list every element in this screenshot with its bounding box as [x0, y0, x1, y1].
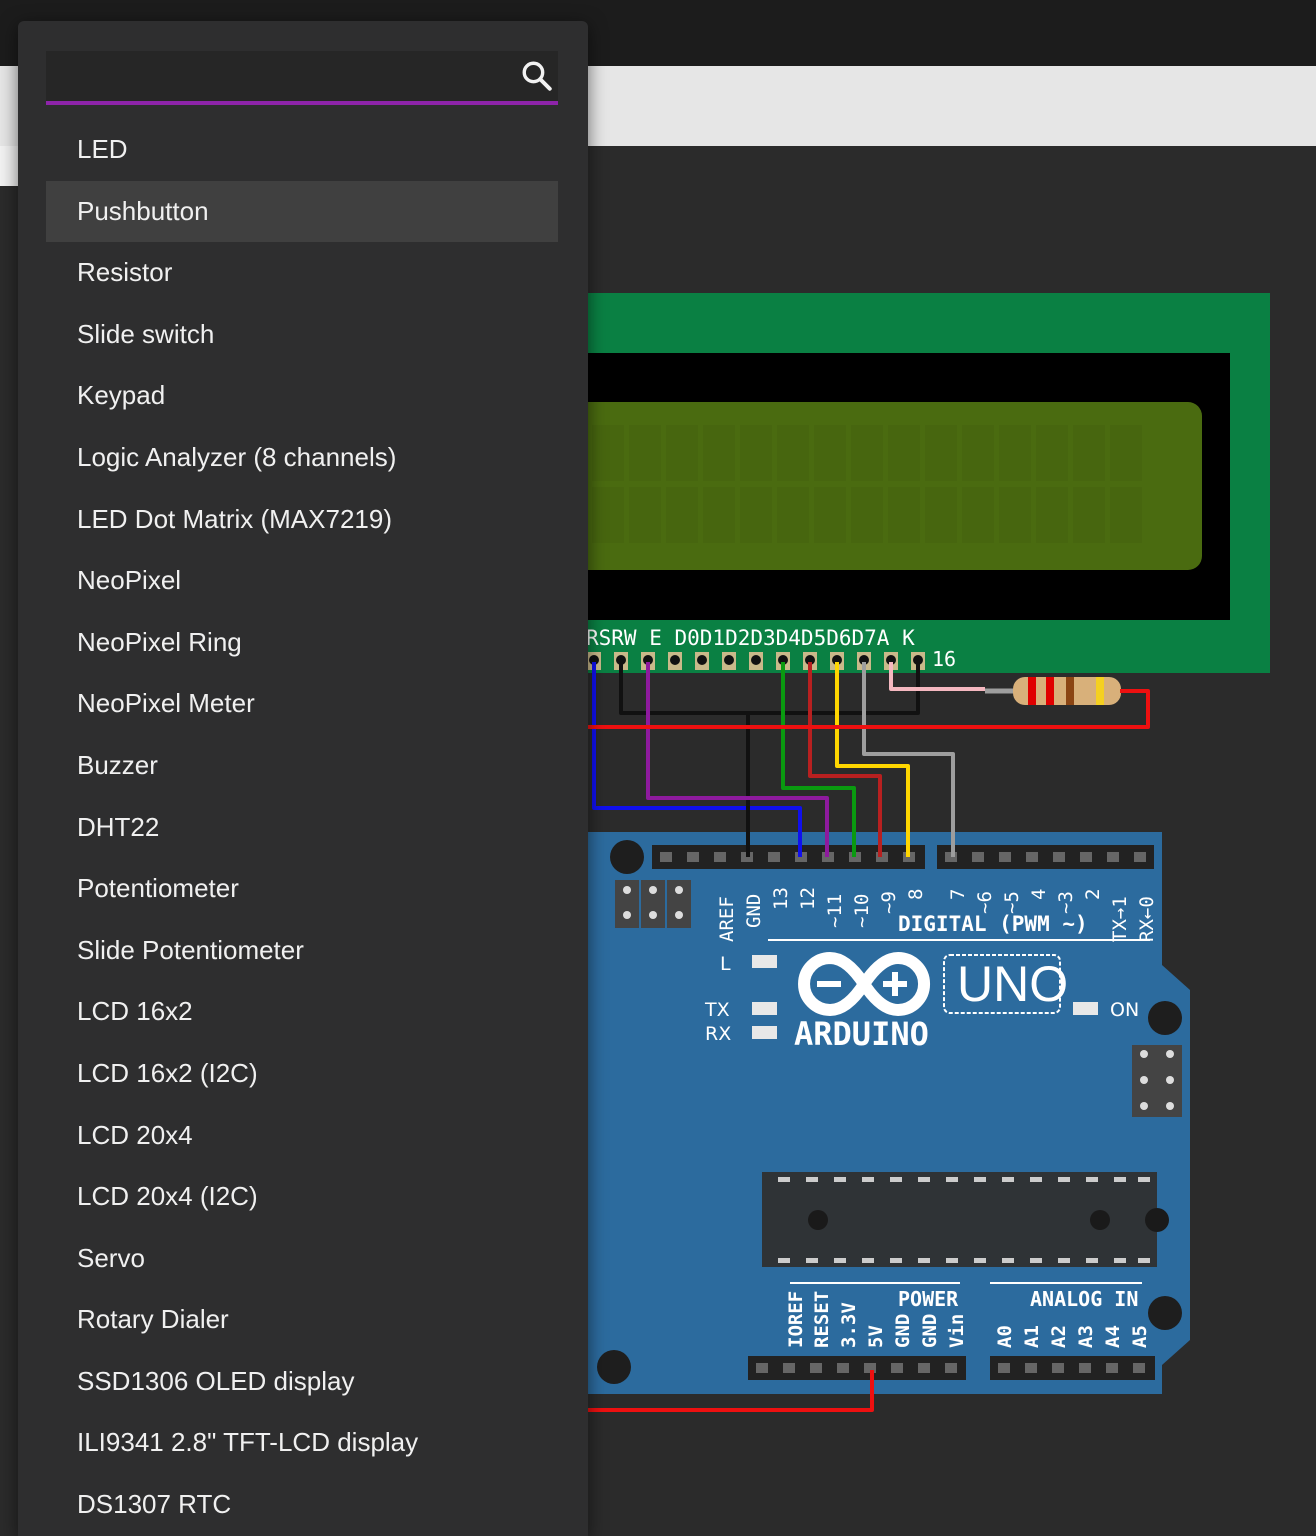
pin-label-3v3: 3.3V	[838, 1302, 860, 1348]
part-item-neopixel-meter[interactable]: NeoPixel Meter	[46, 673, 558, 735]
search-icon[interactable]	[520, 59, 554, 93]
lcd-16x2[interactable]: RSRW E D0D1D2D3D4D5D6D7A K 16	[560, 293, 1270, 673]
pin-label-7: 7	[947, 889, 969, 900]
pin-label-a5: A5	[1129, 1325, 1151, 1348]
part-item-ili9341[interactable]: ILI9341 2.8" TFT-LCD display	[46, 1412, 558, 1474]
pin-label-13: 13	[770, 887, 792, 910]
part-item-lcd-16x2[interactable]: LCD 16x2	[46, 981, 558, 1043]
led-label-l: L	[720, 953, 731, 975]
part-item-ssd1306[interactable]: SSD1306 OLED display	[46, 1351, 558, 1413]
part-list: LED Pushbutton Resistor Slide switch Key…	[46, 119, 558, 1536]
pin-label-reset: RESET	[811, 1291, 833, 1348]
pin-label-a2: A2	[1048, 1325, 1070, 1348]
search-underline	[46, 101, 558, 105]
led-on	[1073, 1002, 1098, 1015]
search-input[interactable]	[46, 51, 506, 101]
led-rx	[752, 1026, 777, 1039]
part-item-led[interactable]: LED	[46, 119, 558, 181]
lcd-pin-count: 16	[932, 647, 956, 671]
pin-label-gnd-1: GND	[892, 1314, 914, 1348]
pin-label-11: ~11	[824, 894, 846, 928]
pin-label-gnd: GND	[743, 894, 765, 928]
led-l	[752, 955, 777, 968]
pin-label-9: ~9	[878, 891, 900, 914]
arduino-brand: ARDUINO	[794, 1015, 929, 1053]
part-item-slide-potentiometer[interactable]: Slide Potentiometer	[46, 920, 558, 982]
pin-label-2: 2	[1082, 889, 1104, 900]
pin-label-a1: A1	[1021, 1325, 1043, 1348]
part-item-rotary-dialer[interactable]: Rotary Dialer	[46, 1289, 558, 1351]
part-item-pushbutton[interactable]: Pushbutton	[46, 180, 558, 243]
led-label-rx: RX	[705, 1023, 731, 1045]
led-tx	[752, 1002, 777, 1015]
part-item-keypad[interactable]: Keypad	[46, 365, 558, 427]
pin-label-5v: 5V	[865, 1325, 887, 1348]
pin-label-a3: A3	[1075, 1325, 1097, 1348]
part-item-lcd-20x4[interactable]: LCD 20x4	[46, 1105, 558, 1167]
arduino-model: UNO	[957, 956, 1068, 1012]
digital-label: DIGITAL (PWM ~)	[898, 912, 1088, 936]
led-label-tx: TX	[704, 999, 730, 1021]
pin-label-a0: A0	[994, 1325, 1016, 1348]
pin-label-gnd-2: GND	[919, 1314, 941, 1348]
pin-label-aref: AREF	[716, 896, 738, 942]
pin-label-5: ~5	[1001, 891, 1023, 914]
pin-label-12: 12	[797, 887, 819, 910]
pin-label-8: 8	[905, 889, 927, 900]
search-box	[46, 51, 558, 105]
part-item-resistor[interactable]: Resistor	[46, 242, 558, 304]
led-label-on: ON	[1110, 999, 1139, 1021]
part-item-lcd-20x4-i2c[interactable]: LCD 20x4 (I2C)	[46, 1166, 558, 1228]
part-item-neopixel-ring[interactable]: NeoPixel Ring	[46, 612, 558, 674]
pin-label-3: ~3	[1055, 891, 1077, 914]
part-item-ds1307[interactable]: DS1307 RTC	[46, 1474, 558, 1536]
add-part-dropdown: LED Pushbutton Resistor Slide switch Key…	[18, 21, 588, 1536]
arduino-uno[interactable]: AREF GND 13 12 ~11 ~10 ~9 8 7 ~6 ~5 4 ~3…	[560, 832, 1190, 1394]
part-item-slide-switch[interactable]: Slide switch	[46, 304, 558, 366]
power-label: POWER	[898, 1287, 959, 1311]
part-item-buzzer[interactable]: Buzzer	[46, 735, 558, 797]
part-item-led-dot-matrix[interactable]: LED Dot Matrix (MAX7219)	[46, 489, 558, 551]
part-item-logic-analyzer[interactable]: Logic Analyzer (8 channels)	[46, 427, 558, 489]
part-item-servo[interactable]: Servo	[46, 1228, 558, 1290]
part-item-lcd-16x2-i2c[interactable]: LCD 16x2 (I2C)	[46, 1043, 558, 1105]
resistor[interactable]	[985, 677, 1121, 705]
analog-label: ANALOG IN	[1030, 1287, 1138, 1311]
pin-label-6: ~6	[974, 891, 996, 914]
part-item-potentiometer[interactable]: Potentiometer	[46, 858, 558, 920]
lcd-pin-labels: RSRW E D0D1D2D3D4D5D6D7A K	[586, 626, 915, 650]
part-item-neopixel[interactable]: NeoPixel	[46, 550, 558, 612]
pin-label-rx: RX←0	[1136, 896, 1158, 942]
pin-label-ioref: IOREF	[785, 1291, 807, 1348]
pin-label-a4: A4	[1102, 1325, 1124, 1348]
pin-label-tx: TX→1	[1109, 896, 1131, 942]
pin-label-vin: Vin	[946, 1314, 968, 1348]
pin-label-10: ~10	[851, 894, 873, 928]
pin-label-4: 4	[1028, 889, 1050, 900]
part-item-dht22[interactable]: DHT22	[46, 797, 558, 859]
